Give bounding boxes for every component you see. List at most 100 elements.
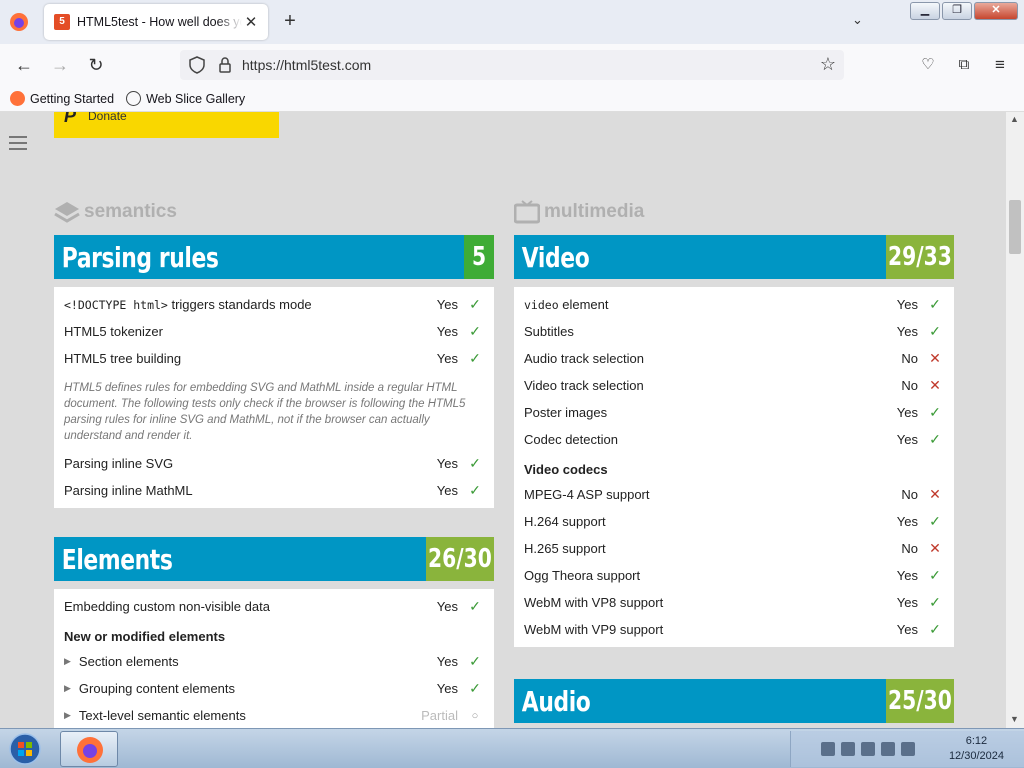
test-row: WebM with VP8 support Yes ✓ (514, 589, 954, 616)
test-row: H.264 support Yes ✓ (514, 508, 954, 535)
bookmark-star-icon[interactable]: ☆ (820, 54, 836, 75)
flag-icon[interactable] (861, 742, 875, 756)
section-audio: Audio 25/30 (514, 679, 954, 723)
test-row: WebM with VP9 support Yes ✓ (514, 616, 954, 643)
section-score: 26/30 (426, 537, 494, 581)
url-text[interactable]: https://html5test.com (242, 57, 371, 73)
section-score: 25/30 (886, 679, 954, 723)
forward-arrow-icon[interactable]: → (46, 51, 74, 79)
test-row: Audio track selection No ✕ (514, 345, 954, 372)
expand-triangle-icon[interactable]: ▶ (64, 710, 71, 721)
section-body: Embedding custom non-visible data Yes ✓ N… (54, 589, 494, 728)
minimize-button[interactable]: ▁ (910, 2, 940, 20)
tab-strip: 5 HTML5test - How well does your browser… (0, 0, 1024, 44)
expandable-test-row[interactable]: ▶ Grouping content elements Yes ✓ (54, 675, 494, 702)
close-window-button[interactable]: ✕ (974, 2, 1018, 20)
test-row: HTML5 tokenizer Yes ✓ (54, 318, 494, 345)
section-title: Parsing rules (61, 240, 219, 274)
check-icon: ✓ (929, 296, 941, 312)
expand-triangle-icon[interactable]: ▶ (64, 656, 71, 667)
list-all-tabs-chevron-down-icon[interactable]: ⌄ (852, 12, 863, 28)
test-row: H.265 support No ✕ (514, 535, 954, 562)
bookmark-web-slice-gallery[interactable]: Web Slice Gallery (126, 91, 245, 106)
tab-close-icon[interactable]: ✕ (242, 13, 260, 31)
check-icon: ✓ (929, 323, 941, 339)
taskbar-firefox-button[interactable] (60, 731, 118, 767)
tab-title: HTML5test - How well does your browser s… (77, 15, 242, 29)
extensions-puzzle-icon[interactable]: ⧉ (950, 51, 978, 79)
action-center-icon[interactable] (821, 742, 835, 756)
subsection-heading: Video codecs (524, 462, 608, 477)
volume-muted-icon[interactable] (901, 742, 915, 756)
category-multimedia: multimedia (514, 200, 644, 224)
check-icon: ✓ (469, 598, 481, 614)
check-icon: ✓ (929, 621, 941, 637)
security-icon[interactable] (841, 742, 855, 756)
windows-taskbar: 6:12 12/30/2024 (0, 728, 1024, 768)
section-header: Audio 25/30 (514, 679, 954, 723)
section-body: video element Yes ✓ Subtitles Yes ✓ Audio … (514, 287, 954, 647)
section-elements: Elements 26/30 Embedding custom non-visi… (54, 537, 494, 728)
address-bar[interactable]: https://html5test.com ☆ (180, 50, 844, 80)
tv-icon (514, 200, 540, 224)
category-semantics: semantics (54, 200, 177, 224)
test-row: <!DOCTYPE html> triggers standards mode … (54, 291, 494, 318)
test-row: Embedding custom non-visible data Yes ✓ (54, 593, 494, 620)
globe-icon (126, 91, 142, 106)
section-title: Audio (521, 684, 591, 718)
test-row: Subtitles Yes ✓ (514, 318, 954, 345)
check-icon: ✓ (929, 404, 941, 420)
check-icon: ✓ (469, 350, 481, 366)
check-icon: ✓ (929, 567, 941, 583)
lock-icon[interactable] (216, 56, 234, 74)
cross-icon: ✕ (929, 350, 941, 366)
test-row: Ogg Theora support Yes ✓ (514, 562, 954, 589)
html5-favicon-icon: 5 (54, 14, 70, 30)
back-arrow-icon[interactable]: ← (10, 51, 38, 79)
page-scrollbar[interactable]: ▲ ▼ (1006, 112, 1024, 728)
scrollbar-thumb[interactable] (1009, 200, 1021, 254)
expand-triangle-icon[interactable]: ▶ (64, 683, 71, 694)
expandable-test-row[interactable]: ▶ Section elements Yes ✓ (54, 648, 494, 675)
section-title: Video (521, 240, 590, 274)
bookmark-getting-started[interactable]: Getting Started (10, 91, 114, 106)
menu-hamburger-icon[interactable] (9, 136, 27, 154)
pocket-icon[interactable]: ♡ (914, 51, 942, 79)
check-icon: ✓ (929, 594, 941, 610)
test-row: Parsing inline MathML Yes ✓ (54, 477, 494, 504)
partial-circle-icon: ○ (471, 709, 479, 722)
firefox-icon[interactable] (8, 11, 30, 33)
section-score: 29/33 (886, 235, 954, 279)
section-video: Video 29/33 video element Yes ✓ Subtitles… (514, 235, 954, 647)
restore-button[interactable]: ❐ (942, 2, 972, 20)
check-icon: ✓ (469, 323, 481, 339)
donate-button[interactable]: P Donate (54, 112, 279, 138)
expandable-test-row[interactable]: ▶ Text-level semantic elements Partial ○ (54, 702, 494, 728)
firefox-icon (77, 737, 103, 763)
reload-icon[interactable]: ↻ (82, 51, 110, 79)
scroll-up-arrow-icon[interactable]: ▲ (1010, 114, 1019, 124)
app-menu-icon[interactable]: ≡ (986, 51, 1014, 79)
tracking-shield-icon[interactable] (188, 56, 206, 74)
firefox-bookmark-icon (10, 91, 25, 106)
taskbar-clock[interactable]: 6:12 12/30/2024 (949, 734, 1004, 764)
subsection-heading: New or modified elements (64, 629, 226, 644)
windows-start-icon[interactable] (4, 731, 46, 767)
section-score: 5 (464, 235, 494, 279)
section-header: Elements 26/30 (54, 537, 494, 581)
scroll-down-arrow-icon[interactable]: ▼ (1010, 714, 1019, 724)
test-row: MPEG-4 ASP support No ✕ (514, 481, 954, 508)
layers-icon (54, 202, 80, 223)
test-row: Codec detection Yes ✓ (514, 426, 954, 453)
bookmarks-toolbar: Getting Started Web Slice Gallery (0, 86, 1024, 112)
check-icon: ✓ (469, 455, 481, 471)
section-header: Parsing rules 5 (54, 235, 494, 279)
cross-icon: ✕ (929, 377, 941, 393)
test-row: HTML5 tree building Yes ✓ (54, 345, 494, 372)
section-title: Elements (61, 542, 173, 576)
tab-html5test[interactable]: 5 HTML5test - How well does your browser… (44, 4, 268, 40)
cross-icon: ✕ (929, 540, 941, 556)
navigation-toolbar: ← → ↻ https://html5test.com ☆ ♡ ⧉ ≡ (0, 44, 1024, 86)
new-tab-button[interactable]: + (278, 10, 302, 34)
network-icon[interactable] (881, 742, 895, 756)
